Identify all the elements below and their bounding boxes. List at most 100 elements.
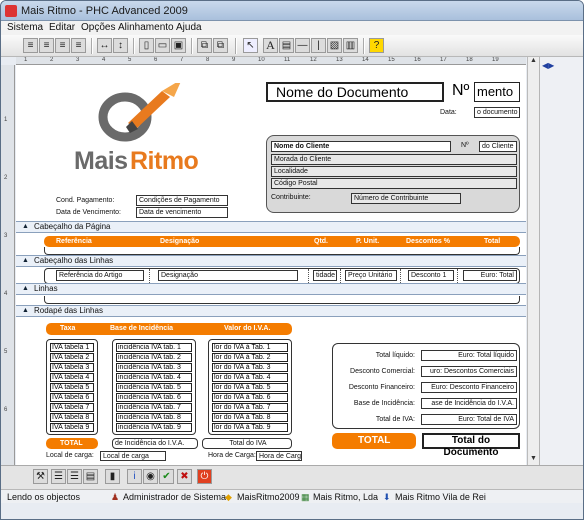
vat-value-field[interactable]: lor do IVA à Tab. 6 <box>212 393 288 402</box>
client-block: Nome do Cliente Nº do Cliente Morada do … <box>266 135 520 213</box>
line-tool-icon[interactable]: — <box>295 38 310 53</box>
sheet-icon[interactable]: ▤ <box>83 469 98 484</box>
client-address-field[interactable]: Morada do Cliente <box>271 154 517 165</box>
vline-tool-icon[interactable]: | <box>311 38 326 53</box>
menu-ajuda[interactable]: Ajuda <box>176 22 202 33</box>
vat-base-field[interactable]: incidência IVA tab. 2 <box>116 353 192 362</box>
power-icon[interactable]: ⏻ <box>197 469 212 484</box>
load-place-field[interactable]: Local de carga <box>100 451 166 461</box>
vat-base-total-field[interactable]: de Incidência do I.V.A. <box>112 438 198 449</box>
vat-base-field[interactable]: incidência IVA tab. 4 <box>116 373 192 382</box>
band-page-header[interactable]: ▲ Cabeçalho da Página <box>16 221 526 233</box>
band-lines-header[interactable]: ▲ Cabeçalho das Linhas <box>16 255 526 267</box>
ruler-tick: 12 <box>310 57 317 63</box>
vat-base-field[interactable]: incidência IVA tab. 9 <box>116 423 192 432</box>
vat-value-field[interactable]: lor do IVA à Tab. 7 <box>212 403 288 412</box>
vat-rate-field[interactable]: IVA tabela 4 <box>50 373 94 382</box>
vat-value-field[interactable]: lor do IVA à Tab. 5 <box>212 383 288 392</box>
base-field[interactable]: ase de Incidência do I.V.A. <box>421 398 517 409</box>
help-icon[interactable]: ? <box>369 38 384 53</box>
tools-icon[interactable]: ⚒ <box>33 469 48 484</box>
same-width-icon[interactable]: ▯ <box>139 38 154 53</box>
due-date-field[interactable]: Data de vencimento <box>136 207 228 218</box>
grand-total-field[interactable]: Total do Documento <box>422 433 520 458</box>
cancel-icon[interactable]: ✖ <box>177 469 192 484</box>
panel-toggle-icon[interactable]: ◀▶ <box>542 61 554 70</box>
fin-disc-field[interactable]: Euro: Desconto Financeiro <box>421 382 517 393</box>
client-postal-field[interactable]: Código Postal <box>271 178 517 189</box>
line-ref-field[interactable]: Referência do Artigo <box>56 270 144 281</box>
same-size-icon[interactable]: ▣ <box>171 38 186 53</box>
confirm-icon[interactable]: ✔ <box>159 469 174 484</box>
vertical-scrollbar[interactable]: ▲ ▼ <box>527 57 539 465</box>
vat-rate-field[interactable]: IVA tabela 5 <box>50 383 94 392</box>
list2-icon[interactable]: ☰ <box>67 469 82 484</box>
vat-value-field[interactable]: lor do IVA à Tab. 4 <box>212 373 288 382</box>
vat-rate-field[interactable]: IVA tabela 7 <box>50 403 94 412</box>
payment-cond-field[interactable]: Condições de Pagamento <box>136 195 228 206</box>
globe-icon[interactable]: ◉ <box>143 469 158 484</box>
net-field[interactable]: Euro: Total líquido <box>421 350 517 361</box>
menu-editar[interactable]: Editar <box>49 22 75 33</box>
grand-total-label: TOTAL <box>358 435 391 446</box>
picture-tool-icon[interactable]: ▧ <box>327 38 342 53</box>
client-number-field[interactable]: do Cliente <box>479 141 517 152</box>
pointer-icon[interactable]: ↖ <box>243 38 258 53</box>
band-lines[interactable]: ▲ Linhas <box>16 283 526 295</box>
list-icon[interactable]: ☰ <box>51 469 66 484</box>
align-left-icon[interactable]: ≡ <box>23 38 38 53</box>
align-center-icon[interactable]: ≡ <box>39 38 54 53</box>
vat-field[interactable]: Euro: Total de IVA <box>421 414 517 425</box>
contrib-field[interactable]: Número de Contribuinte <box>351 193 461 204</box>
trash-icon[interactable]: ▮ <box>105 469 120 484</box>
scroll-down-icon[interactable]: ▼ <box>528 455 539 465</box>
doc-number-field[interactable]: mento <box>474 82 520 102</box>
menu-sistema[interactable]: Sistema <box>7 22 43 33</box>
vat-value-field[interactable]: lor do IVA à Tab. 3 <box>212 363 288 372</box>
vat-value-field[interactable]: lor do IVA à Tab. 9 <box>212 423 288 432</box>
vat-base-field[interactable]: incidência IVA tab. 6 <box>116 393 192 402</box>
vat-base-field[interactable]: incidência IVA tab. 1 <box>116 343 192 352</box>
line-unit-field[interactable]: Preço Unitário <box>345 270 397 281</box>
send-back-icon[interactable]: ⧉ <box>213 38 228 53</box>
vat-rate-field[interactable]: IVA tabela 9 <box>50 423 94 432</box>
vat-base-field[interactable]: incidência IVA tab. 5 <box>116 383 192 392</box>
align-right-icon[interactable]: ≡ <box>55 38 70 53</box>
line-desig-field[interactable]: Designação <box>158 270 298 281</box>
vat-rate-field[interactable]: IVA tabela 3 <box>50 363 94 372</box>
scroll-up-icon[interactable]: ▲ <box>528 57 539 67</box>
vat-value-total-field[interactable]: Total do IVA <box>202 438 292 449</box>
vat-value-field[interactable]: lor do IVA à Tab. 2 <box>212 353 288 362</box>
menu-alinhamento[interactable]: Alinhamento <box>118 22 174 33</box>
line-qty-field[interactable]: tidade <box>313 270 337 281</box>
comm-disc-field[interactable]: uro: Descontos Comerciais <box>421 366 517 377</box>
vat-base-field[interactable]: incidência IVA tab. 7 <box>116 403 192 412</box>
vat-base-field[interactable]: incidência IVA tab. 3 <box>116 363 192 372</box>
date-label: Data: <box>440 109 457 116</box>
field-tool-icon[interactable]: ▤ <box>279 38 294 53</box>
document-name-field[interactable]: Nome do Documento <box>266 82 444 102</box>
band-footer[interactable]: ▲ Rodapé das Linhas <box>16 305 526 317</box>
vat-value-field[interactable]: lor do IVA à Tab. 1 <box>212 343 288 352</box>
client-locality-field[interactable]: Localidade <box>271 166 517 177</box>
vat-base-field[interactable]: incidência IVA tab. 8 <box>116 413 192 422</box>
distribute-v-icon[interactable]: ↕ <box>113 38 128 53</box>
align-top-icon[interactable]: ≡ <box>71 38 86 53</box>
info-icon[interactable]: i <box>127 469 142 484</box>
distribute-h-icon[interactable]: ↔ <box>97 38 112 53</box>
vat-value-field[interactable]: lor do IVA à Tab. 8 <box>212 413 288 422</box>
vat-rate-field[interactable]: IVA tabela 2 <box>50 353 94 362</box>
text-tool-icon[interactable]: A <box>263 38 278 53</box>
line-disc-field[interactable]: Desconto 1 <box>408 270 454 281</box>
chart-tool-icon[interactable]: ▥ <box>343 38 358 53</box>
bring-front-icon[interactable]: ⧉ <box>197 38 212 53</box>
same-height-icon[interactable]: ▭ <box>155 38 170 53</box>
line-total-field[interactable]: Euro: Total <box>463 270 517 281</box>
load-time-field[interactable]: Hora de Carga <box>256 451 302 461</box>
vat-rate-field[interactable]: IVA tabela 1 <box>50 343 94 352</box>
menu-opcoes[interactable]: Opções <box>81 22 115 33</box>
client-name-field[interactable]: Nome do Cliente <box>271 141 451 152</box>
vat-rate-field[interactable]: IVA tabela 8 <box>50 413 94 422</box>
date-field[interactable]: o documento <box>474 107 520 118</box>
vat-rate-field[interactable]: IVA tabela 6 <box>50 393 94 402</box>
